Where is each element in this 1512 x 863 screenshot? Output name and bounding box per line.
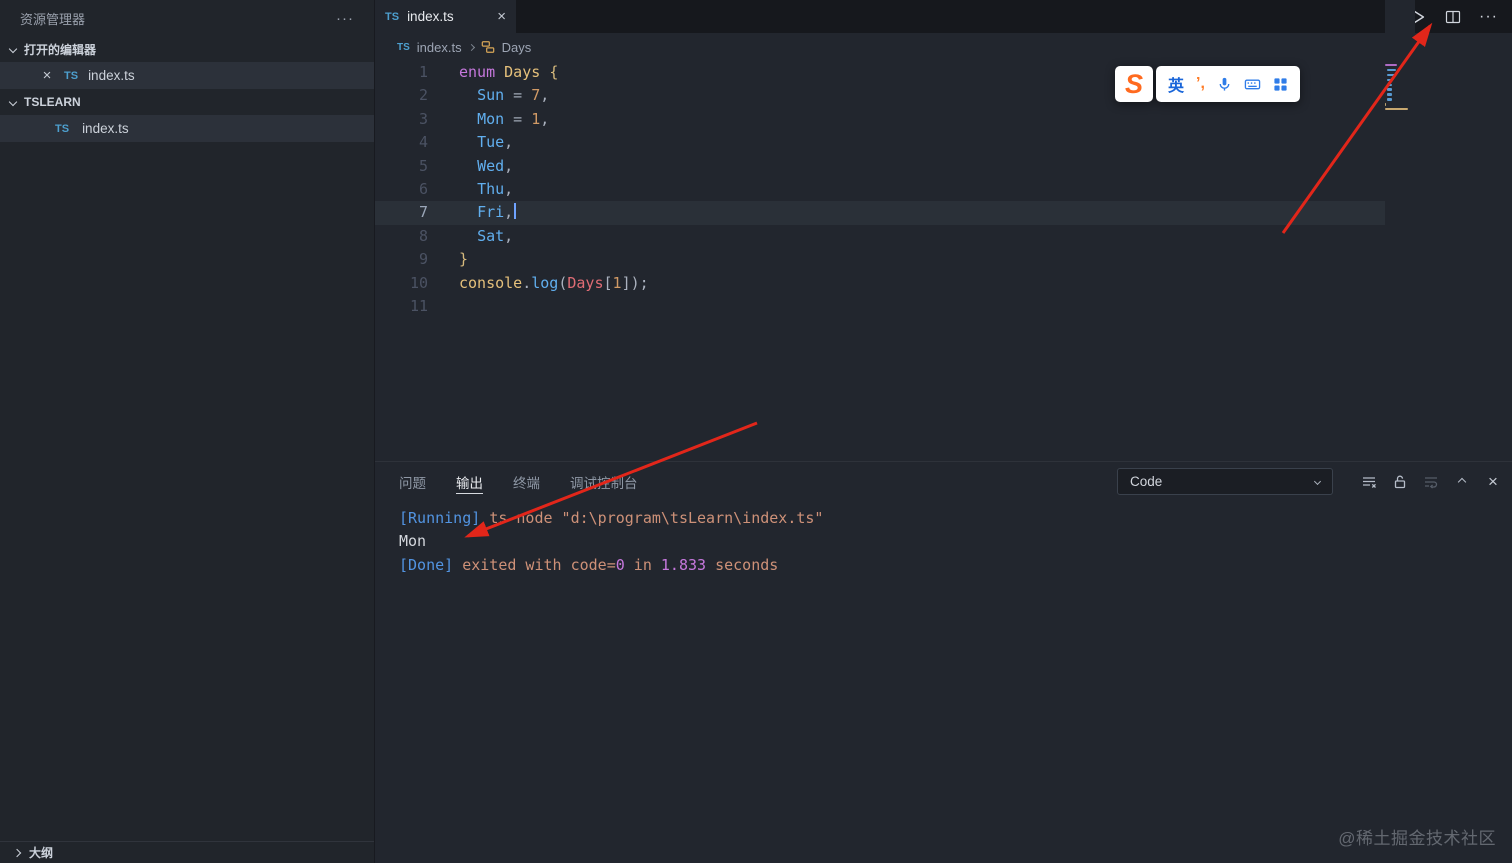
output-channel-select[interactable]: Code	[1117, 468, 1333, 495]
microphone-icon[interactable]	[1217, 76, 1232, 92]
sidebar-more-actions-icon[interactable]: ···	[336, 10, 354, 27]
typescript-file-icon: TS	[385, 10, 400, 23]
section-header-tslearn[interactable]: TSLEARN	[0, 89, 374, 115]
line-number: 6	[418, 180, 428, 199]
line-number: 10	[409, 273, 428, 292]
vscode-window: 资源管理器 ··· 打开的编辑器 × TS index.ts TSLEARN T…	[0, 0, 1512, 863]
panel-tab-output[interactable]: 输出	[456, 462, 483, 501]
tab-label: index.ts	[407, 9, 454, 24]
minimap-line	[1387, 88, 1392, 91]
minimap-line	[1387, 68, 1396, 72]
minimap-line	[1387, 93, 1392, 96]
output-line[interactable]: Mon	[399, 530, 1512, 553]
open-editor-item[interactable]: × TS index.ts	[0, 62, 374, 89]
minimap-line	[1385, 103, 1387, 106]
line-number: 4	[418, 133, 428, 152]
chevron-right-icon	[12, 848, 22, 857]
ime-toolbar: 英 ’,	[1156, 66, 1300, 102]
file-name: index.ts	[82, 121, 129, 136]
line-number: 7	[418, 203, 428, 222]
section-label: 打开的编辑器	[24, 42, 97, 57]
bottom-panel: 问题 输出 终端 调试控制台 Code × [Running] ts-node …	[375, 461, 1512, 863]
code-line[interactable]: 4 Tue,	[375, 131, 1385, 154]
close-panel-icon[interactable]: ×	[1484, 472, 1502, 491]
line-number: 2	[418, 86, 428, 105]
minimap-line	[1387, 83, 1392, 86]
breadcrumb: TS index.ts Days	[375, 33, 1512, 61]
chevron-down-icon	[1313, 477, 1322, 486]
outline-section-header[interactable]: 大纲	[0, 841, 374, 863]
ime-pen-icon: ’,	[1196, 75, 1205, 92]
typescript-file-icon: TS	[64, 69, 79, 82]
sidebar-title-row: 资源管理器 ···	[0, 0, 374, 36]
lock-scroll-icon[interactable]	[1391, 473, 1409, 491]
breadcrumb-file[interactable]: index.ts	[417, 40, 462, 55]
selected-channel: Code	[1130, 474, 1163, 489]
tree-item-indexts[interactable]: TS index.ts	[0, 115, 374, 142]
sidebar-title: 资源管理器	[20, 11, 86, 27]
chevron-down-icon	[8, 44, 18, 54]
minimap-line	[1387, 98, 1392, 101]
breadcrumb-symbol[interactable]: Days	[502, 40, 532, 55]
line-number: 11	[409, 297, 428, 316]
code-line[interactable]: 9}	[375, 248, 1385, 271]
output-line[interactable]: [Running] ts-node "d:\program\tsLearn\in…	[399, 507, 1512, 530]
line-number: 3	[418, 109, 428, 128]
code-line[interactable]: 8 Sat,	[375, 225, 1385, 248]
minimap[interactable]	[1385, 0, 1415, 461]
panel-tab-problems[interactable]: 问题	[399, 462, 426, 501]
code-line[interactable]: 7 Fri,	[375, 201, 1385, 225]
text-cursor	[514, 203, 517, 220]
file-name: index.ts	[88, 68, 135, 83]
code-line[interactable]: 6 Thu,	[375, 178, 1385, 201]
more-actions-button[interactable]: ···	[1479, 8, 1498, 26]
line-number: 5	[418, 156, 428, 175]
close-icon[interactable]: ×	[40, 67, 54, 84]
panel-actions: Code ×	[1117, 468, 1502, 495]
line-number: 8	[418, 226, 428, 245]
ime-language-mode[interactable]: 英	[1168, 72, 1184, 96]
clear-output-icon[interactable]	[1360, 473, 1378, 491]
minimap-line	[1385, 64, 1398, 67]
watermark: @稀土掘金技术社区	[1338, 829, 1496, 848]
line-number: 1	[418, 63, 428, 81]
chevron-right-icon	[467, 43, 475, 51]
enum-symbol-icon	[481, 40, 495, 54]
code-line[interactable]: 10 console.log(Days[1]);	[375, 272, 1385, 295]
editor-actions: ···	[1409, 0, 1498, 33]
sogou-logo-icon: S	[1115, 66, 1153, 102]
minimap-line	[1385, 108, 1409, 111]
tab-bar: TS index.ts × ···	[375, 0, 1512, 33]
typescript-file-icon: TS	[55, 122, 70, 135]
keyboard-icon[interactable]	[1244, 76, 1261, 92]
code-line[interactable]: 5 Wed,	[375, 155, 1385, 178]
line-number: 9	[418, 250, 428, 269]
explorer-sidebar: 资源管理器 ··· 打开的编辑器 × TS index.ts TSLEARN T…	[0, 0, 375, 863]
split-editor-button[interactable]	[1445, 9, 1461, 25]
maximize-panel-icon[interactable]	[1453, 473, 1471, 491]
panel-tab-debug-console[interactable]: 调试控制台	[570, 462, 638, 501]
editor-area: TS index.ts × ··· TS index.ts Days 1 enu…	[375, 0, 1512, 461]
panel-tab-terminal[interactable]: 终端	[513, 462, 540, 501]
output-lines[interactable]: [Running] ts-node "d:\program\tsLearn\in…	[375, 502, 1512, 863]
panel-header: 问题 输出 终端 调试控制台 Code ×	[375, 462, 1512, 501]
output-line[interactable]: [Done] exited with code=0 in 1.833 secon…	[399, 554, 1512, 577]
grid-panel-icon[interactable]	[1273, 77, 1288, 92]
section-label: TSLEARN	[24, 95, 81, 109]
close-icon[interactable]: ×	[497, 8, 506, 25]
code-line[interactable]: 3 Mon = 1,	[375, 108, 1385, 131]
tab-indexts[interactable]: TS index.ts ×	[375, 0, 516, 33]
section-header-open-editors[interactable]: 打开的编辑器	[0, 36, 374, 62]
typescript-file-icon: TS	[397, 41, 410, 53]
chevron-down-icon	[8, 97, 18, 107]
word-wrap-icon[interactable]	[1422, 473, 1440, 491]
code-line[interactable]: 11	[375, 295, 1385, 318]
outline-label: 大纲	[29, 846, 54, 860]
minimap-line	[1387, 78, 1392, 82]
minimap-line	[1387, 73, 1396, 77]
ime-popup: S 英 ’,	[1115, 66, 1300, 102]
